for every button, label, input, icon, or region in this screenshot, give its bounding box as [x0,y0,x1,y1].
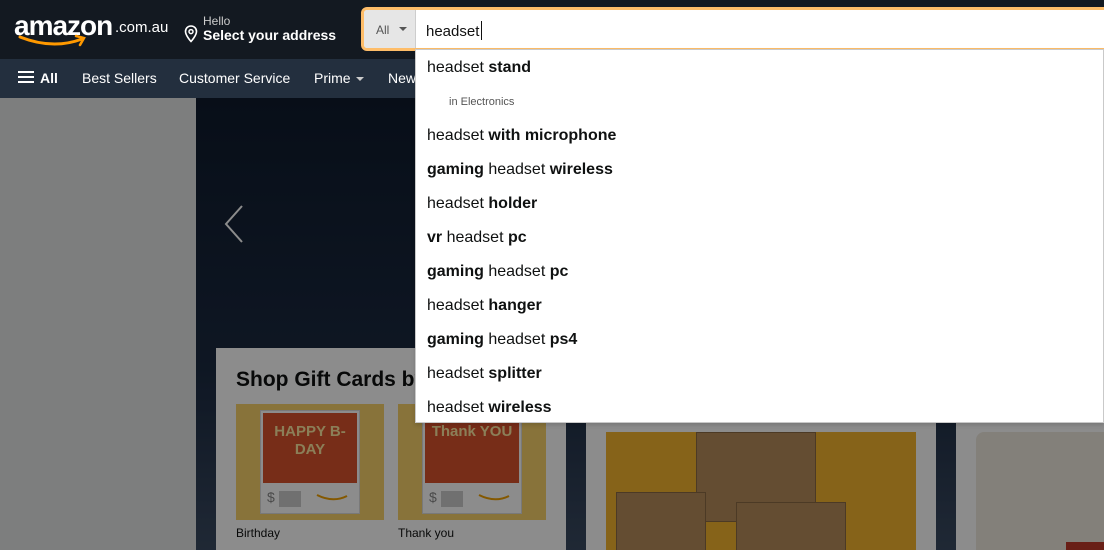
gift-card-image: HAPPY B-DAY $ [260,410,360,514]
gift-cards-title: Shop Gift Cards by [236,368,427,391]
deliver-to-address[interactable]: Hello Select your address [184,13,344,49]
gift-card-amount-box [279,491,301,507]
suggestion-bold: wireless [488,399,552,416]
search-category-label: All [376,23,390,37]
caret-down-icon [399,27,407,31]
nav-link-prime[interactable]: Prime [314,70,364,86]
caret-down-icon [355,77,364,81]
text-cursor [481,21,483,40]
suggestion-item[interactable]: vr headset pc [427,229,527,247]
suggestion-bold: with microphone [488,127,617,144]
suggestion-bold: stand [488,59,532,76]
gift-card-birthday[interactable]: HAPPY B-DAY $ [236,404,384,520]
suggestion-text: headset [427,297,489,314]
suggestion-bold: gaming [427,161,484,178]
carousel-prev-arrow-icon[interactable] [222,204,252,244]
suggestion-bold: gaming [427,263,484,280]
nav-link-new[interactable]: New [388,70,416,86]
suggestion-text: headset [483,161,550,178]
suggestion-text: headset [427,195,489,212]
suggestion-item[interactable]: headset holder [427,195,537,213]
gift-card-currency: $ [267,489,275,505]
suggestion-text: headset [427,59,489,76]
all-menu-button[interactable]: All [40,70,58,86]
suggestion-item[interactable]: gaming headset ps4 [427,331,577,349]
search-input-value: headset [426,23,480,40]
suggestion-bold: vr [427,229,443,246]
search-bar: All headset [361,7,1104,51]
suggestion-text: headset [427,399,489,416]
location-pin-icon [184,25,198,43]
address-hello-label: Hello [203,14,231,28]
gift-card-currency: $ [429,489,437,505]
gift-card-art: Thank YOU [425,413,519,483]
amazon-smile-icon [316,494,348,501]
logo-smile-icon [18,34,86,47]
suggestion-item[interactable]: headset wireless [427,399,552,417]
suggestion-text: headset [442,229,508,246]
gift-card-label-thank-you[interactable]: Thank you [398,526,454,540]
suggestion-text: headset [483,263,550,280]
gift-card-image: Thank YOU $ [422,410,522,514]
boxes-image [606,432,916,550]
suggestion-item[interactable]: gaming headset pc [427,263,568,281]
address-select-label: Select your address [203,27,337,43]
logo-domain-suffix: .com.au [115,19,169,36]
amazon-logo[interactable]: amazon .com.au [14,10,168,50]
nav-link-prime-label: Prime [314,70,351,86]
suggestion-bold: pc [507,229,527,246]
suggestion-item[interactable]: headset with microphone [427,127,616,145]
search-input[interactable]: headset [426,21,483,40]
hamburger-menu-icon[interactable] [18,71,34,84]
suggestion-text: headset [427,127,489,144]
suggestion-bold: splitter [488,365,542,382]
suggestion-department[interactable]: in Electronics [449,96,514,108]
amazon-smile-icon [478,494,510,501]
suggestion-bold: holder [488,195,538,212]
ribbon-decoration [1066,542,1104,550]
suggestion-item[interactable]: headset stand [427,59,531,77]
suggestion-text: headset [483,331,550,348]
nav-link-best-sellers[interactable]: Best Sellers [82,70,157,86]
search-category-dropdown[interactable]: All [364,10,416,48]
gift-card-art: HAPPY B-DAY [263,413,357,483]
suggestion-bold: wireless [549,161,613,178]
suggestion-bold: pc [549,263,569,280]
suggestion-bold: hanger [488,297,542,314]
search-suggestions-dropdown: headset stand in Electronics headset wit… [415,49,1104,423]
nav-link-customer-service[interactable]: Customer Service [179,70,290,86]
suggestion-bold: ps4 [549,331,578,348]
suggestion-bold: gaming [427,331,484,348]
suggestion-item[interactable]: gaming headset wireless [427,161,613,179]
suggestion-text: headset [427,365,489,382]
gifts-image [976,432,1104,550]
suggestion-item[interactable]: headset splitter [427,365,542,383]
gift-card-amount-box [441,491,463,507]
suggestion-item[interactable]: headset hanger [427,297,542,315]
gift-card-label-birthday[interactable]: Birthday [236,526,280,540]
